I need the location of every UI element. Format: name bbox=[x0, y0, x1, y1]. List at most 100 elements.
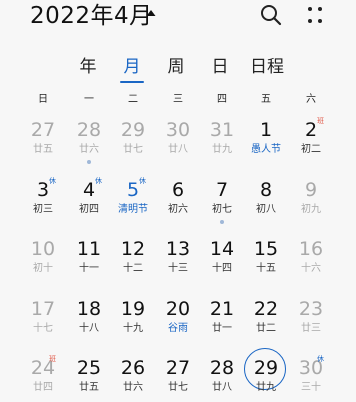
day-cell[interactable]: 9 初九 bbox=[289, 178, 333, 224]
day-number: 11 bbox=[76, 238, 102, 260]
tab-day[interactable]: 日 bbox=[206, 52, 234, 82]
event-dot bbox=[220, 220, 224, 224]
holiday-badge: 休 bbox=[49, 177, 56, 185]
day-cell[interactable]: 24 廿四 班 bbox=[21, 355, 65, 402]
day-number: 29 bbox=[120, 119, 146, 141]
weekday-wed: 三 bbox=[173, 94, 183, 105]
lunar-date: 十五 bbox=[256, 263, 276, 274]
day-number: 1 bbox=[259, 119, 273, 141]
weekday-sat: 六 bbox=[306, 94, 316, 105]
day-number: 22 bbox=[253, 298, 279, 320]
search-icon[interactable] bbox=[258, 2, 284, 28]
day-cell[interactable]: 15 十五 bbox=[244, 237, 288, 283]
lunar-date: 十七 bbox=[33, 323, 53, 334]
day-cell[interactable]: 30 廿八 bbox=[156, 118, 200, 164]
weekday-header: 日 一 二 三 四 五 六 bbox=[0, 92, 356, 108]
lunar-date: 廿九 bbox=[256, 382, 276, 393]
day-cell[interactable]: 19 十九 bbox=[111, 297, 155, 343]
month-title[interactable]: 2022年4月 bbox=[30, 1, 153, 31]
day-number: 4 bbox=[82, 179, 96, 201]
day-cell[interactable]: 20 谷雨 bbox=[156, 297, 200, 343]
day-cell[interactable]: 31 廿九 bbox=[200, 118, 244, 164]
tab-schedule[interactable]: 日程 bbox=[246, 52, 288, 82]
lunar-date: 十三 bbox=[168, 263, 188, 274]
day-number: 24 bbox=[30, 357, 56, 379]
day-cell[interactable]: 5 清明节 休 bbox=[111, 177, 155, 224]
day-cell[interactable]: 28 廿六 bbox=[67, 118, 111, 164]
day-cell[interactable]: 21 廿一 bbox=[200, 297, 244, 343]
lunar-date: 廿五 bbox=[79, 382, 99, 393]
day-number: 10 bbox=[30, 238, 56, 260]
day-cell[interactable]: 29 廿七 bbox=[111, 118, 155, 164]
day-number: 20 bbox=[165, 298, 191, 320]
day-number: 28 bbox=[209, 357, 235, 379]
day-cell[interactable]: 3 初三 休 bbox=[21, 177, 65, 224]
calendar-header: 2022年4月 bbox=[0, 0, 356, 36]
day-number: 3 bbox=[36, 179, 50, 201]
day-cell[interactable]: 11 十一 bbox=[67, 237, 111, 283]
day-cell[interactable]: 8 初八 bbox=[244, 178, 288, 224]
lunar-date: 初三 bbox=[33, 204, 53, 215]
day-cell[interactable]: 16 十六 bbox=[289, 237, 333, 283]
day-cell[interactable]: 1 愚人节 bbox=[244, 118, 288, 164]
day-number: 29 bbox=[253, 357, 279, 379]
weekday-thu: 四 bbox=[217, 94, 227, 105]
day-cell[interactable]: 12 十二 bbox=[111, 237, 155, 283]
day-cell[interactable]: 17 十七 bbox=[21, 297, 65, 343]
day-number: 17 bbox=[30, 298, 56, 320]
workday-badge: 班 bbox=[49, 355, 56, 363]
lunar-date: 十四 bbox=[212, 263, 232, 274]
day-cell[interactable]: 2 初二 班 bbox=[289, 117, 333, 164]
day-number: 19 bbox=[120, 298, 146, 320]
day-number: 18 bbox=[76, 298, 102, 320]
day-cell[interactable]: 10 初十 bbox=[21, 237, 65, 283]
holiday-badge: 休 bbox=[139, 177, 146, 185]
weekday-sun: 日 bbox=[38, 94, 48, 105]
tab-month[interactable]: 月 bbox=[118, 52, 146, 82]
workday-badge: 班 bbox=[317, 117, 324, 125]
festival-label: 愚人节 bbox=[251, 144, 281, 155]
weekday-mon: 一 bbox=[84, 94, 94, 105]
day-number: 15 bbox=[253, 238, 279, 260]
day-cell[interactable]: 30 三十 休 bbox=[289, 355, 333, 402]
lunar-date: 十六 bbox=[301, 263, 321, 274]
day-cell[interactable]: 27 廿五 bbox=[21, 118, 65, 164]
day-number: 13 bbox=[165, 238, 191, 260]
active-tab-indicator bbox=[120, 81, 144, 83]
lunar-date: 廿一 bbox=[212, 323, 232, 334]
day-number: 27 bbox=[30, 119, 56, 141]
day-number: 23 bbox=[298, 298, 324, 320]
day-cell[interactable]: 14 十四 bbox=[200, 237, 244, 283]
day-cell[interactable]: 23 廿三 bbox=[289, 297, 333, 343]
lunar-date: 初二 bbox=[301, 144, 321, 155]
day-cell[interactable]: 26 廿六 bbox=[111, 356, 155, 402]
day-cell[interactable]: 27 廿七 bbox=[156, 356, 200, 402]
lunar-date: 廿六 bbox=[123, 382, 143, 393]
day-number: 5 bbox=[126, 179, 140, 201]
day-cell[interactable]: 4 初四 休 bbox=[67, 177, 111, 224]
weekday-tue: 二 bbox=[128, 94, 138, 105]
lunar-date: 廿九 bbox=[212, 144, 232, 155]
day-cell[interactable]: 13 十三 bbox=[156, 237, 200, 283]
view-tabs: 年 月 周 日 日程 bbox=[0, 52, 356, 84]
day-cell[interactable]: 7 初七 bbox=[200, 178, 244, 224]
holiday-badge: 休 bbox=[317, 355, 324, 363]
tab-week[interactable]: 周 bbox=[162, 52, 190, 82]
more-icon[interactable] bbox=[305, 3, 325, 27]
day-cell[interactable]: 28 廿八 bbox=[200, 356, 244, 402]
event-dot bbox=[87, 160, 91, 164]
day-cell-today[interactable]: 29 廿九 bbox=[244, 348, 288, 402]
day-cell[interactable]: 22 廿二 bbox=[244, 297, 288, 343]
festival-label: 清明节 bbox=[118, 204, 148, 215]
day-number: 25 bbox=[76, 357, 102, 379]
lunar-date: 十二 bbox=[123, 263, 143, 274]
day-cell[interactable]: 25 廿五 bbox=[67, 356, 111, 402]
day-cell[interactable]: 6 初六 bbox=[156, 178, 200, 224]
lunar-date: 初八 bbox=[256, 204, 276, 215]
tab-year[interactable]: 年 bbox=[74, 52, 102, 82]
day-cell[interactable]: 18 十八 bbox=[67, 297, 111, 343]
lunar-date: 廿六 bbox=[79, 144, 99, 155]
caret-up-icon[interactable] bbox=[146, 9, 156, 17]
lunar-date: 初六 bbox=[168, 204, 188, 215]
lunar-date: 初十 bbox=[33, 263, 53, 274]
